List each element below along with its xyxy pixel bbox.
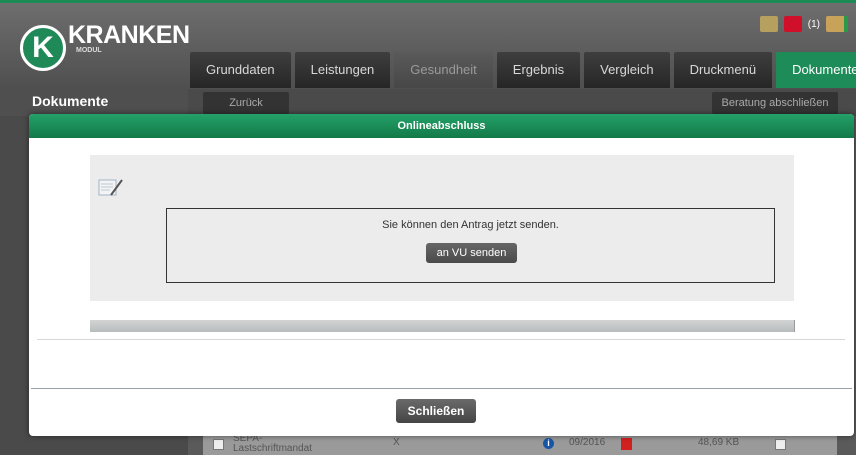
panel-strip	[90, 301, 794, 320]
dialog-title: Onlineabschluss	[29, 114, 854, 138]
back-button[interactable]: Zurück	[203, 92, 289, 114]
logo-letter: K	[20, 25, 66, 71]
tab-ergebnis[interactable]: Ergebnis	[496, 52, 581, 88]
close-button[interactable]: Schließen	[396, 399, 476, 423]
row-select-checkbox[interactable]	[775, 439, 786, 450]
document-name: SEPA-Lastschriftmandat	[233, 433, 312, 454]
logo-sub: MODUL	[76, 47, 102, 54]
tab-vergleich[interactable]: Vergleich	[584, 52, 670, 88]
mail-icon[interactable]	[783, 16, 802, 32]
send-to-vu-button[interactable]: an VU senden	[426, 243, 517, 263]
logo-word: KRANKEN	[68, 21, 190, 49]
logout-icon[interactable]	[826, 16, 848, 32]
onlineabschluss-dialog: Onlineabschluss Sie können den Antrag je…	[29, 114, 854, 436]
info-icon[interactable]: i	[543, 438, 554, 449]
progress-bar	[90, 320, 795, 332]
notification-count: (1)	[807, 18, 820, 30]
document-mark: X	[393, 437, 400, 448]
table-row: SEPA-Lastschriftmandat X i 09/2016 48,69…	[203, 434, 837, 455]
document-date: 09/2016	[569, 437, 606, 448]
tab-druckmenue[interactable]: Druckmenü	[673, 52, 773, 88]
tab-dokumente[interactable]: Dokumente	[776, 52, 856, 88]
tab-leistungen[interactable]: Leistungen	[294, 52, 391, 88]
tab-grunddaten[interactable]: Grunddaten	[190, 52, 291, 88]
app-header: K KRANKEN MODUL (1) Grunddaten Leistunge…	[0, 0, 856, 89]
tools-icon[interactable]	[759, 16, 778, 32]
tab-gesundheit[interactable]: Gesundheit	[394, 52, 493, 88]
main-tabs: Grunddaten Leistungen Gesundheit Ergebni…	[190, 52, 856, 88]
document-size: 48,69 KB	[698, 437, 740, 448]
footer-divider	[31, 388, 852, 389]
send-message: Sie können den Antrag jetzt senden.	[382, 219, 559, 231]
send-application-box: Sie können den Antrag jetzt senden. an V…	[166, 208, 775, 283]
kranken-modul-logo: K KRANKEN MODUL	[16, 15, 190, 73]
divider	[37, 339, 845, 340]
pdf-icon[interactable]	[621, 438, 632, 450]
sidebar-title: Dokumente	[0, 86, 188, 116]
row-checkbox[interactable]	[213, 439, 224, 450]
finish-consultation-button[interactable]: Beratung abschließen	[712, 92, 838, 114]
notepad-icon	[98, 179, 123, 196]
top-icons: (1)	[759, 13, 848, 35]
